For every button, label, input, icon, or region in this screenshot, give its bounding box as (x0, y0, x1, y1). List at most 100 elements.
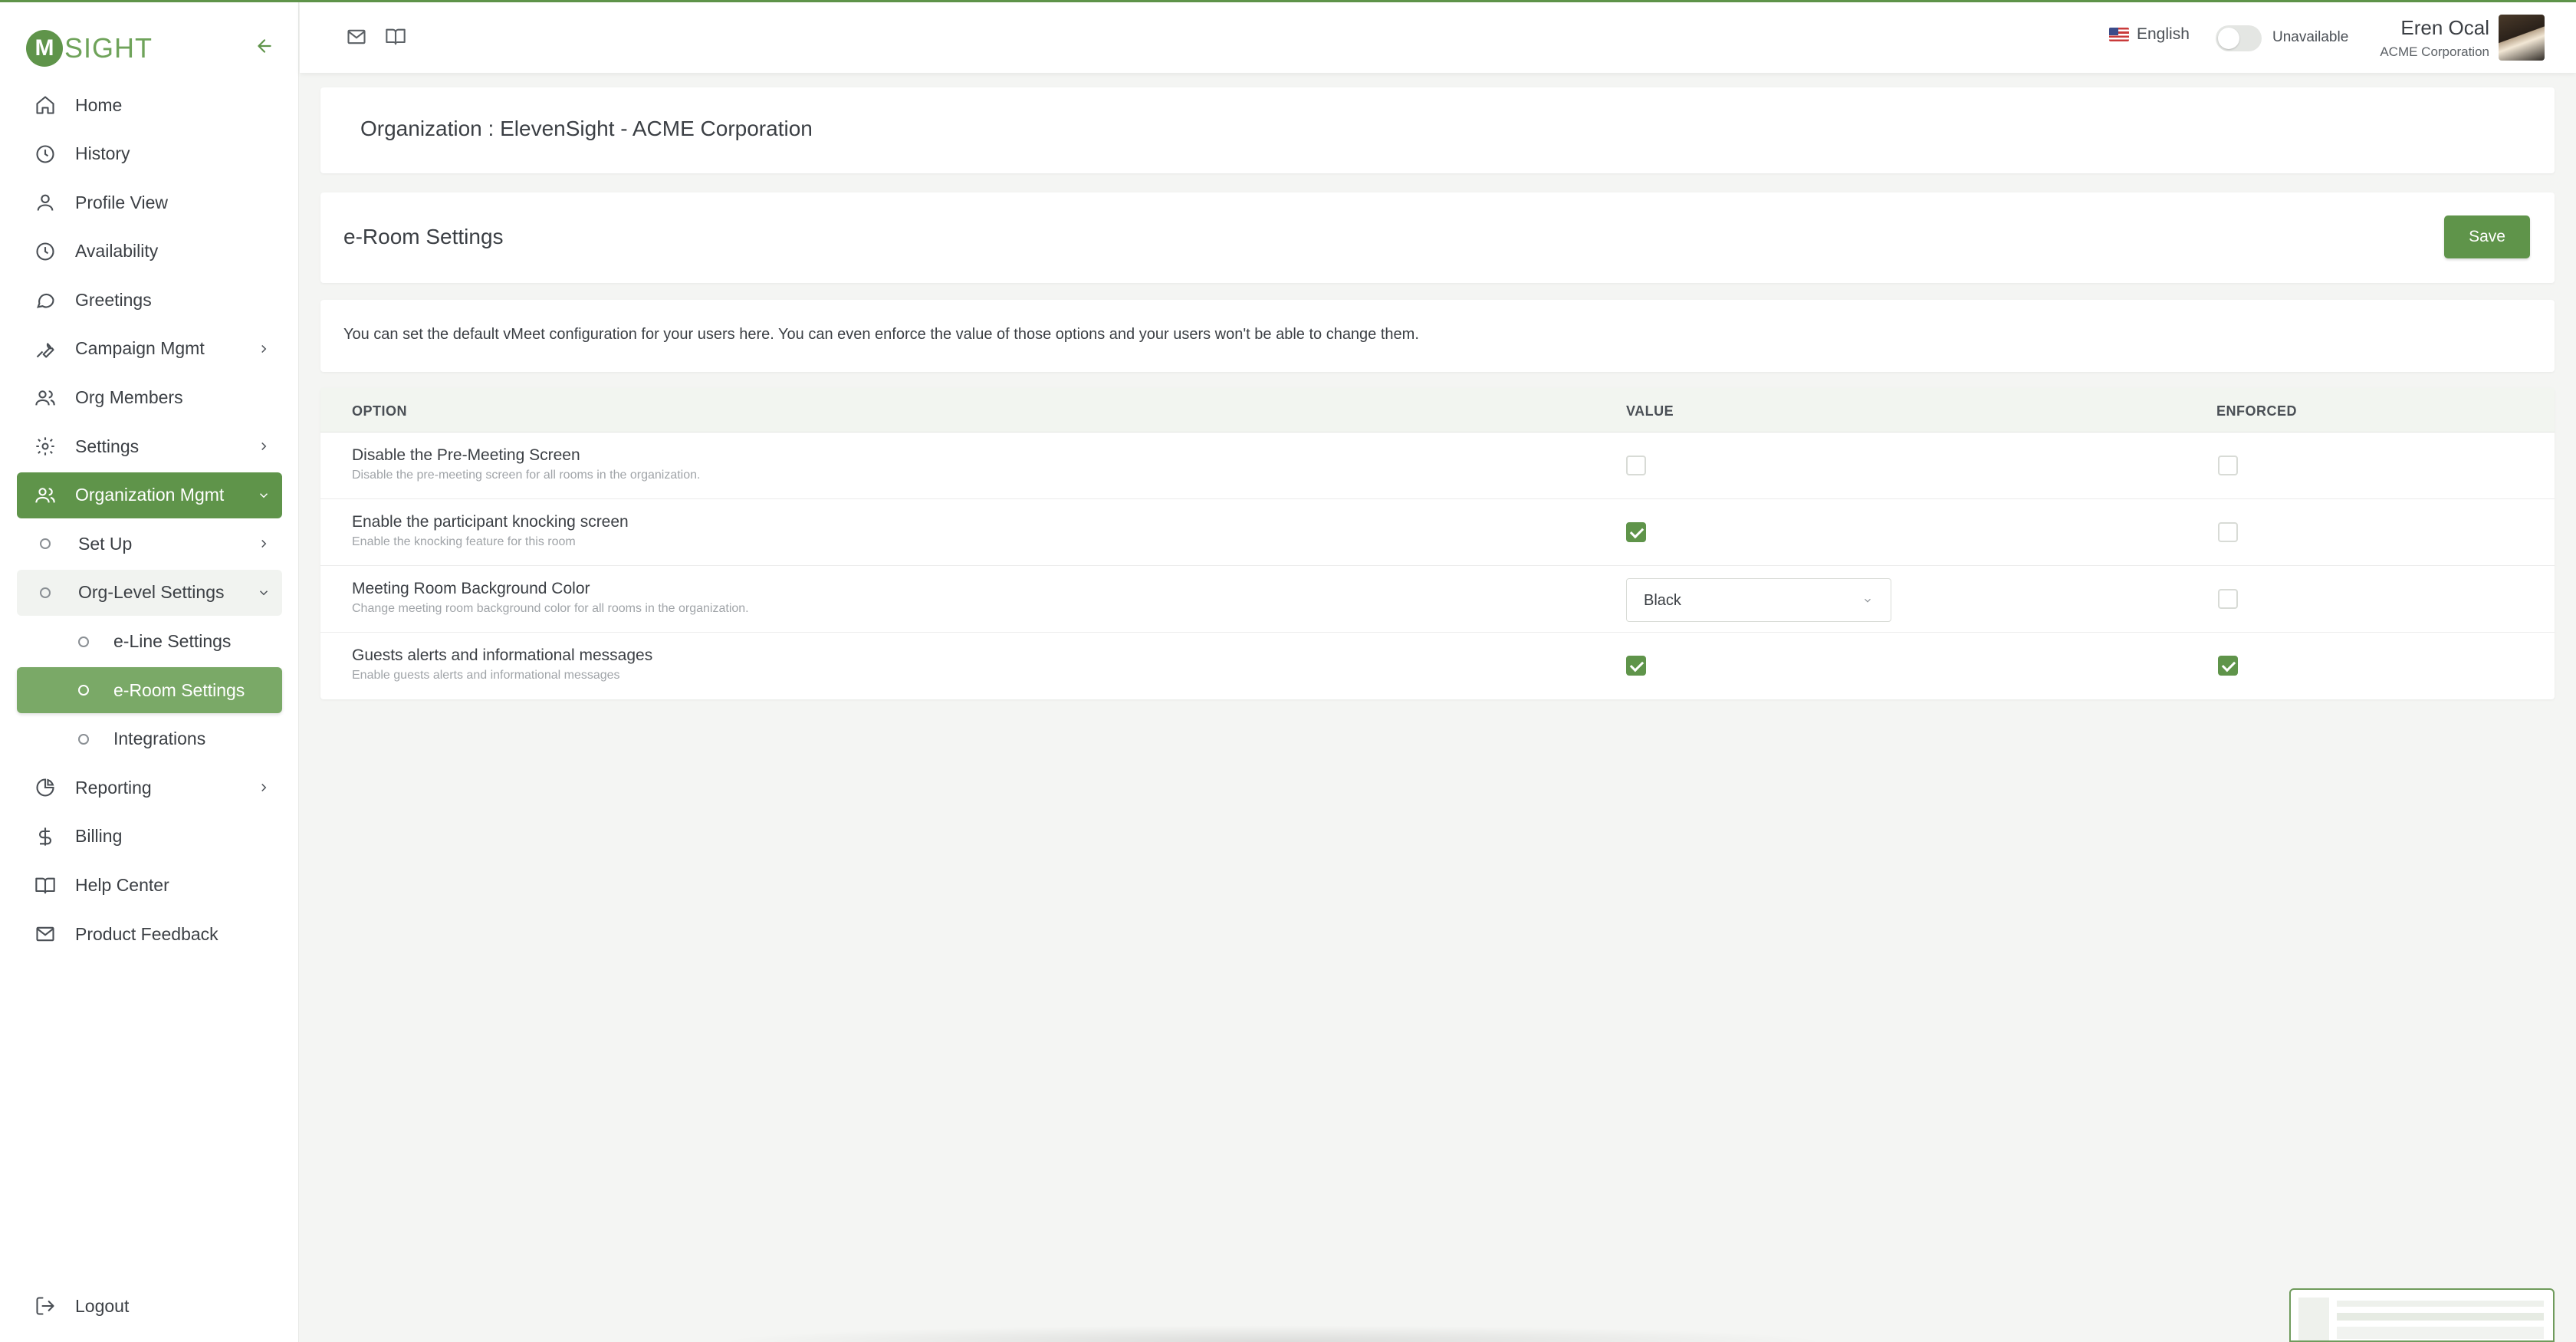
users-icon (34, 386, 57, 410)
us-flag-icon (2109, 28, 2129, 41)
topbar: English Unavailable Eren Ocal ACME Corpo… (300, 2, 2576, 73)
sidebar-item-profile-view[interactable]: Profile View (17, 179, 282, 225)
sidebar-item-product-feedback[interactable]: Product Feedback (17, 911, 282, 957)
toggle-knob (2218, 28, 2239, 49)
sidebar-item-set-up[interactable]: Set Up (17, 521, 282, 567)
circle-icon (78, 685, 89, 696)
sidebar-item-label: Profile View (75, 192, 169, 212)
page-thumbnail-preview[interactable] (2289, 1288, 2555, 1342)
mail-icon[interactable] (345, 25, 368, 48)
logout-button[interactable]: Logout (17, 1283, 282, 1329)
organization-title: Organization : ElevenSight - ACME Corpor… (360, 117, 813, 140)
language-label: English (2137, 25, 2190, 43)
sidebar-item-availability[interactable]: Availability (17, 229, 282, 275)
users-icon (34, 484, 57, 507)
dollar-icon (34, 825, 57, 848)
thumbnail-bar (2337, 1313, 2544, 1321)
user-icon (34, 191, 57, 214)
chevron-down-icon (1861, 594, 1874, 607)
sidebar-item-reporting[interactable]: Reporting (17, 765, 282, 811)
sidebar-item-e-room-settings[interactable]: e-Room Settings (17, 667, 282, 714)
pie-chart-icon (34, 776, 57, 799)
sidebar-item-label: Billing (75, 826, 123, 847)
option-title: Enable the participant knocking screen (352, 513, 629, 531)
table-row: Meeting Room Background Color Change mee… (320, 566, 2555, 633)
circle-icon (40, 587, 51, 598)
enforced-checkbox[interactable] (2218, 656, 2238, 676)
sidebar-item-campaign-mgmt[interactable]: Campaign Mgmt (17, 326, 282, 372)
sidebar-item-history[interactable]: History (17, 131, 282, 177)
availability-toggle[interactable] (2216, 25, 2262, 51)
option-description: Enable guests alerts and informational m… (352, 669, 620, 682)
sidebar-item-org-level-settings[interactable]: Org-Level Settings (17, 569, 282, 616)
sidebar-item-integrations[interactable]: Integrations (17, 716, 282, 762)
enforced-checkbox[interactable] (2218, 589, 2238, 609)
chevron-right-icon (255, 534, 273, 553)
thumbnail-bar (2337, 1327, 2544, 1339)
sidebar-item-label: Settings (75, 436, 140, 456)
sidebar-item-label: e-Room Settings (113, 679, 245, 700)
sidebar-item-label: Home (75, 94, 123, 115)
table-row: Guests alerts and informational messages… (320, 633, 2555, 699)
clock-icon (34, 143, 57, 166)
circle-icon (78, 636, 89, 647)
sidebar-item-label: e-Line Settings (113, 631, 232, 652)
settings-table: OPTION VALUE ENFORCED Disable the Pre-Me… (320, 388, 2555, 699)
logout-label: Logout (75, 1295, 130, 1316)
logo[interactable]: M SIGHT (26, 28, 153, 68)
language-selector[interactable]: English (2109, 25, 2190, 44)
sidebar-item-home[interactable]: Home (17, 82, 282, 128)
enforced-checkbox[interactable] (2218, 456, 2238, 475)
option-title: Guests alerts and informational messages (352, 646, 653, 664)
thumbnail-bar (2337, 1301, 2544, 1307)
sidebar-item-help-center[interactable]: Help Center (17, 863, 282, 909)
availability-status-label: Unavailable (2272, 29, 2349, 45)
user-name[interactable]: Eren Ocal (2400, 16, 2489, 40)
sidebar-item-billing[interactable]: Billing (17, 814, 282, 860)
sidebar-item-settings[interactable]: Settings (17, 423, 282, 469)
logout-icon (34, 1294, 57, 1317)
table-row: Disable the Pre-Meeting Screen Disable t… (320, 433, 2555, 499)
sidebar-item-label: History (75, 143, 130, 164)
sidebar-item-label: Greetings (75, 289, 152, 310)
background-color-select[interactable]: Black (1626, 578, 1891, 622)
description-text: You can set the default vMeet configurat… (343, 326, 1419, 343)
select-value: Black (1644, 592, 1681, 609)
arrow-left-icon (258, 39, 271, 53)
option-description: Enable the knocking feature for this roo… (352, 535, 576, 548)
collapse-sidebar-button[interactable] (251, 33, 278, 59)
chevron-down-icon (255, 486, 273, 505)
circle-icon (40, 538, 51, 550)
sidebar-item-label: Help Center (75, 875, 169, 895)
sidebar-item-label: Campaign Mgmt (75, 338, 205, 359)
sidebar-item-e-line-settings[interactable]: e-Line Settings (17, 619, 282, 665)
sidebar-item-organization-mgmt[interactable]: Organization Mgmt (17, 472, 282, 518)
option-title: Meeting Room Background Color (352, 580, 590, 597)
enforced-checkbox[interactable] (2218, 522, 2238, 542)
column-header-option: OPTION (352, 403, 408, 419)
user-organization: ACME Corporation (2380, 44, 2489, 59)
avatar[interactable] (2499, 15, 2545, 61)
table-header: OPTION VALUE ENFORCED (320, 388, 2555, 433)
mail-icon (34, 923, 57, 946)
column-header-enforced: ENFORCED (2216, 403, 2298, 419)
option-description: Disable the pre-meeting screen for all r… (352, 469, 701, 482)
chevron-down-icon (255, 584, 273, 602)
value-checkbox[interactable] (1626, 656, 1646, 676)
sidebar-item-greetings[interactable]: Greetings (17, 277, 282, 323)
wrench-icon (34, 337, 57, 360)
sidebar-item-label: Org-Level Settings (78, 582, 225, 603)
value-checkbox[interactable] (1626, 456, 1646, 475)
sidebar-nav: Home History Profile View Availability G… (17, 82, 282, 960)
chevron-right-icon (255, 778, 273, 797)
save-button[interactable]: Save (2444, 215, 2530, 258)
bottom-shadow (713, 1325, 1832, 1342)
book-icon[interactable] (384, 25, 407, 48)
sidebar-item-label: Availability (75, 241, 159, 261)
settings-header-card: e-Room Settings Save (320, 192, 2555, 283)
clock-icon (34, 240, 57, 263)
chat-bubble-icon (34, 288, 57, 311)
value-checkbox[interactable] (1626, 522, 1646, 542)
column-header-value: VALUE (1626, 403, 1674, 419)
sidebar-item-org-members[interactable]: Org Members (17, 375, 282, 421)
